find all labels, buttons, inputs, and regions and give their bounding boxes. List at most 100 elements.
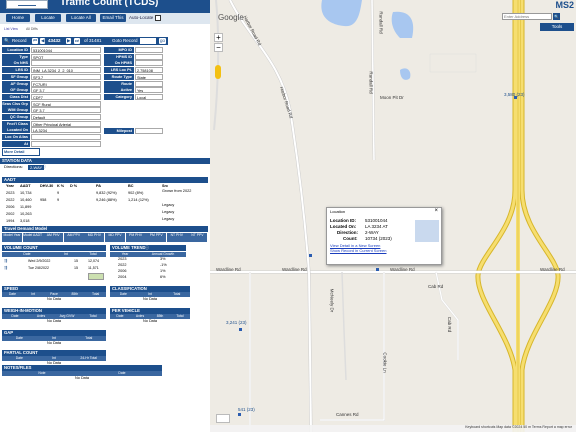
auto-locate-checkbox[interactable] xyxy=(155,15,161,21)
locate-button[interactable]: Locate xyxy=(35,14,61,22)
road-label: Randall Rd xyxy=(378,11,384,34)
directions-label: Directions: xyxy=(4,164,23,169)
more-detail-link[interactable]: More Detail xyxy=(2,148,42,156)
popup-count-label: Count: xyxy=(343,236,358,241)
go-button[interactable]: go xyxy=(159,38,167,44)
count-label[interactable]: 3,241 (23) xyxy=(226,320,247,325)
first-record-button[interactable]: ⏮ xyxy=(32,38,39,44)
field-value[interactable] xyxy=(135,60,163,67)
field-value[interactable]: 531001044 xyxy=(31,47,101,53)
field-value[interactable]: Other Principal Arterial xyxy=(31,120,101,127)
list-view-link[interactable]: List View xyxy=(4,27,18,31)
field-value[interactable]: SCF Rural xyxy=(31,100,101,107)
popup-count: 10734 (2023) xyxy=(365,236,392,241)
aadt-cell: 902 (8%) xyxy=(128,191,144,195)
field-row: QC Group Default xyxy=(2,114,112,120)
field-label: At xyxy=(2,140,30,147)
travel-demand-column-header: AM PPV xyxy=(63,233,84,242)
all-diffs-tab[interactable]: All Diffs xyxy=(26,27,38,31)
field-value[interactable]: Default xyxy=(31,114,101,120)
field-value[interactable] xyxy=(31,134,101,141)
count-label[interactable]: 541 (23) xyxy=(238,407,255,412)
field-value[interactable] xyxy=(31,60,101,67)
aadt-column-header: Year xyxy=(6,184,15,188)
aadt-cell: 10,263 xyxy=(20,212,32,216)
field-row: Seas Clss Grp SCF Rural xyxy=(2,100,112,107)
field-label: Located On xyxy=(2,127,30,134)
road-label: Wardline Rd xyxy=(216,267,241,272)
show-record-link[interactable]: Show Record in Current Screen xyxy=(330,248,386,254)
address-search-input[interactable]: Enter Address xyxy=(502,13,552,20)
field-value[interactable] xyxy=(135,47,163,53)
field-row: Fnct'l Class Other Principal Arterial xyxy=(2,120,112,127)
road-label: Randall Rd xyxy=(368,71,374,94)
travel-demand-column-header: NT PHV xyxy=(166,233,187,242)
field-value[interactable]: Local xyxy=(135,93,163,100)
close-icon[interactable]: × xyxy=(434,208,438,214)
volume-chart-thumbnail[interactable] xyxy=(88,273,104,280)
zoom-out-button[interactable]: − xyxy=(214,43,223,52)
last-record-button[interactable]: ⏭ xyxy=(74,38,81,44)
field-value[interactable] xyxy=(135,53,163,60)
station-data-header: STATION DATA xyxy=(0,158,210,164)
field-value[interactable] xyxy=(135,127,163,134)
field-value[interactable]: LA 3234 xyxy=(31,127,101,134)
street-view-pegman-icon[interactable] xyxy=(215,65,221,79)
travel-demand-column-header: PM PHV xyxy=(125,233,146,242)
email-this-button[interactable]: Email This xyxy=(100,14,126,22)
field-value[interactable]: INM_LA 3234_2_2_010 xyxy=(31,67,101,74)
field-label: LRS Loc Pt. xyxy=(104,67,134,74)
app-header: ▬▬▬▬▬▬ Traffic Count (TCDS) xyxy=(0,0,210,13)
field-row: HPMS ID xyxy=(104,53,208,60)
aadt-cell: 9,246 (88%) xyxy=(96,198,117,202)
search-icon[interactable]: 🔍 xyxy=(4,38,10,44)
aadt-cell: 11,899 xyxy=(20,205,32,209)
volume-count-total: 11,571 xyxy=(88,266,99,270)
field-row: On HPMS xyxy=(104,60,208,67)
aadt-column-header: PA xyxy=(96,184,101,188)
aadt-cell: 2023 xyxy=(6,191,15,195)
field-value[interactable] xyxy=(135,80,163,87)
field-value[interactable]: GF 3.7 xyxy=(31,107,101,114)
volume-trend-help-icon[interactable]: ⓘ xyxy=(145,245,149,251)
zoom-in-button[interactable]: + xyxy=(214,33,223,42)
field-value[interactable]: 2.758108 xyxy=(135,67,163,74)
help-icon[interactable]: ⓘ xyxy=(42,164,46,170)
field-value[interactable]: GF 3.7 xyxy=(31,87,101,94)
volume-trend-year: 2004 xyxy=(118,275,127,279)
field-label: On HPMS xyxy=(104,60,134,67)
field-value[interactable]: SF3.7 xyxy=(31,73,101,80)
layers-button[interactable] xyxy=(216,414,230,423)
field-row: Type SPOT xyxy=(2,53,112,60)
field-value[interactable]: SPOT xyxy=(31,53,101,60)
record-navigator: 🔍 Record ⏮ ◀ 43432 ▶ ⏭ of 31481 Goto Rec… xyxy=(2,37,168,45)
home-button[interactable]: Home xyxy=(6,14,30,22)
record-id[interactable]: 43432 xyxy=(48,38,61,44)
locate-all-button[interactable]: Locate All xyxy=(66,14,96,22)
travel-demand-column-header: Model Year xyxy=(2,233,22,242)
field-value[interactable]: CDF7 xyxy=(31,93,101,100)
field-label: Category xyxy=(104,93,134,100)
goto-record-input[interactable] xyxy=(140,38,156,44)
aadt-column-header: DHV-30 xyxy=(40,184,54,188)
field-value[interactable]: FC7URI xyxy=(31,80,101,87)
field-row: LRS ID INM_LA 3234_2_2_010 xyxy=(2,67,112,74)
next-record-button[interactable]: ▶ xyxy=(66,38,72,44)
count-label[interactable]: 3,580 (23) xyxy=(504,92,525,97)
no-data-text: No Data xyxy=(143,297,157,301)
view-count-icon[interactable]: ⇶ xyxy=(4,265,7,271)
aadt-cell: 2002 xyxy=(6,212,15,216)
field-label: GF Group xyxy=(2,87,30,94)
tools-button[interactable]: Tools xyxy=(540,23,574,31)
field-value[interactable] xyxy=(31,140,101,147)
view-count-icon[interactable]: ⇶ xyxy=(4,258,7,264)
location-info-window: Location × Location ID: 531001044 Locate… xyxy=(326,207,442,265)
address-search-icon[interactable]: 🔍 xyxy=(553,13,560,20)
street-view-thumbnail[interactable] xyxy=(415,220,439,242)
field-value[interactable]: State xyxy=(135,73,163,80)
field-label: On NHS xyxy=(2,60,30,67)
field-value[interactable]: Yes xyxy=(135,87,163,94)
map-panel[interactable]: Google + − Enter Address 🔍 MS2 Tools War… xyxy=(210,0,576,432)
field-label: AF Group xyxy=(2,80,30,87)
prev-record-button[interactable]: ◀ xyxy=(40,38,46,44)
